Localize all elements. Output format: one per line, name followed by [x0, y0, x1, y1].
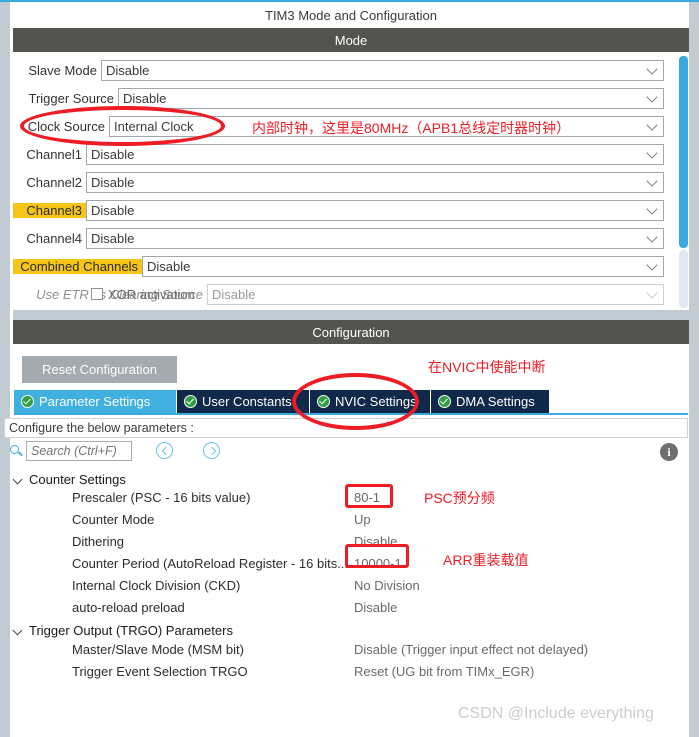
bottom-strip — [13, 729, 689, 737]
param-value-master-slave-mode: Disable (Trigger input effect not delaye… — [354, 642, 589, 657]
param-label-prescaler: Prescaler (PSC - 16 bits value) — [72, 490, 251, 505]
search-icon — [10, 445, 19, 454]
mode-label-xor-activation: XOR activation — [108, 288, 195, 300]
param-label-master-slave-mode: Master/Slave Mode (MSM bit) — [72, 642, 244, 657]
mode-combo-slave-mode[interactable]: Disable — [101, 59, 664, 81]
tab-label-user-constants: User Constants — [202, 394, 292, 409]
mode-value-slave-mode: Disable — [106, 62, 150, 78]
mode-combo-channel1[interactable]: Disable — [86, 143, 664, 165]
annotation-ellipse-clock-source — [20, 106, 225, 146]
configuration-section-header: Configuration — [13, 320, 689, 344]
check-circle-icon — [21, 395, 34, 408]
mode-label-channel4: Channel4 — [26, 230, 82, 246]
reset-configuration-button[interactable]: Reset Configuration — [22, 356, 177, 383]
check-circle-icon — [438, 395, 451, 408]
chevron-down-icon[interactable] — [12, 473, 25, 486]
chevron-down-icon — [646, 203, 658, 215]
param-label-trigger-event-selection: Trigger Event Selection TRGO — [72, 664, 248, 679]
param-group-counter-settings[interactable]: Counter Settings — [12, 470, 126, 488]
param-value-internal-clock-division: No Division — [354, 578, 420, 593]
mode-value-use-etr-clearing-source: Disable — [212, 286, 256, 302]
mode-value-channel3: Disable — [91, 202, 135, 218]
chevron-down-icon — [646, 231, 658, 243]
mode-combo-channel4[interactable]: Disable — [86, 227, 664, 249]
mode-row-channel3: Channel3 Disable — [13, 198, 664, 222]
param-value-counter-mode: Up — [354, 512, 371, 527]
tab-user-constants[interactable]: User Constants — [177, 390, 309, 413]
search-previous-button[interactable] — [156, 442, 173, 459]
mode-value-channel4: Disable — [91, 230, 135, 246]
param-label-counter-mode: Counter Mode — [72, 512, 155, 527]
mode-panel-scrollbar-thumb[interactable] — [679, 56, 688, 248]
mode-value-channel1: Disable — [91, 146, 135, 162]
info-icon[interactable]: i — [660, 443, 678, 461]
chevron-down-icon — [646, 63, 658, 75]
chevron-down-icon — [646, 91, 658, 103]
chevron-left-icon — [161, 446, 170, 455]
param-label-dithering: Dithering — [72, 534, 125, 549]
param-value-auto-reload-preload: Disable — [354, 600, 398, 615]
mode-value-trigger-source: Disable — [123, 90, 167, 106]
annotation-text-nvic: 在NVIC中使能中断 — [428, 359, 546, 375]
mode-combo-use-etr-clearing-source: Disable — [207, 283, 664, 305]
param-value-trigger-event-selection: Reset (UG bit from TIMx_EGR) — [354, 664, 535, 679]
chevron-down-icon — [646, 147, 658, 159]
mode-panel: Slave Mode Disable Trigger Source Disabl… — [13, 52, 689, 310]
mode-value-combined-channels: Disable — [147, 258, 191, 274]
checkbox-icon[interactable] — [91, 288, 103, 300]
watermark: CSDN @Include everything — [458, 705, 654, 722]
mode-label-trigger-source: Trigger Source — [28, 90, 115, 106]
mode-panel-scrollbar-groove — [679, 250, 688, 308]
window-title: TIM3 Mode and Configuration — [13, 2, 689, 28]
right-window-gutter — [689, 2, 699, 737]
annotation-text-clock-source: 内部时钟，这里是80MHz（APB1总线定时器时钟） — [252, 120, 571, 136]
search-next-button[interactable] — [203, 442, 220, 459]
mode-label-channel1: Channel1 — [26, 146, 82, 162]
chevron-down-icon — [646, 119, 658, 131]
annotation-ellipse-nvic-tab — [292, 373, 419, 430]
mode-value-channel2: Disable — [91, 174, 135, 190]
mode-label-combined-channels: Combined Channels — [13, 258, 142, 274]
mode-row-slave-mode: Slave Mode Disable — [13, 58, 664, 82]
chevron-down-icon — [646, 287, 658, 299]
parameter-search-row — [4, 438, 688, 466]
mode-label-channel2: Channel2 — [26, 174, 82, 190]
annotation-rect-counter-period — [345, 544, 409, 568]
mode-combo-combined-channels[interactable]: Disable — [142, 255, 664, 277]
param-group-label-counter-settings: Counter Settings — [29, 471, 126, 487]
chevron-right-icon — [207, 446, 216, 455]
param-group-label-trigger-output: Trigger Output (TRGO) Parameters — [29, 622, 233, 638]
param-label-auto-reload-preload: auto-reload preload — [72, 600, 185, 615]
mode-row-combined-channels: Combined Channels Disable — [13, 254, 664, 278]
chevron-down-icon[interactable] — [12, 624, 25, 637]
mode-row-channel4: Channel4 Disable — [13, 226, 664, 250]
search-input[interactable] — [26, 441, 132, 461]
mode-row-channel2: Channel2 Disable — [13, 170, 664, 194]
check-circle-icon — [184, 395, 197, 408]
tab-label-parameter-settings: Parameter Settings — [39, 394, 151, 409]
annotation-text-arr: ARR重装载值 — [443, 552, 529, 568]
tab-dma-settings[interactable]: DMA Settings — [431, 390, 549, 413]
mode-combo-trigger-source[interactable]: Disable — [118, 87, 664, 109]
param-label-internal-clock-division: Internal Clock Division (CKD) — [72, 578, 241, 593]
mode-section-header: Mode — [13, 28, 689, 52]
param-group-trigger-output[interactable]: Trigger Output (TRGO) Parameters — [12, 621, 233, 639]
tab-label-dma-settings: DMA Settings — [456, 394, 535, 409]
mode-row-xor-activation[interactable]: XOR activation — [91, 288, 195, 300]
mode-combo-channel2[interactable]: Disable — [86, 171, 664, 193]
tim3-configuration-window: TIM3 Mode and Configuration Mode Slave M… — [0, 0, 699, 737]
mode-label-channel3: Channel3 — [13, 202, 86, 218]
annotation-text-psc: PSC预分频 — [424, 490, 495, 506]
chevron-down-icon — [646, 175, 658, 187]
mode-combo-channel3[interactable]: Disable — [86, 199, 664, 221]
chevron-down-icon — [646, 259, 658, 271]
tab-parameter-settings[interactable]: Parameter Settings — [14, 390, 176, 413]
mode-panel-bottom-strip — [13, 310, 689, 320]
annotation-rect-prescaler — [345, 484, 393, 508]
param-label-counter-period: Counter Period (AutoReload Register - 16… — [72, 556, 349, 571]
mode-label-slave-mode: Slave Mode — [28, 62, 97, 78]
